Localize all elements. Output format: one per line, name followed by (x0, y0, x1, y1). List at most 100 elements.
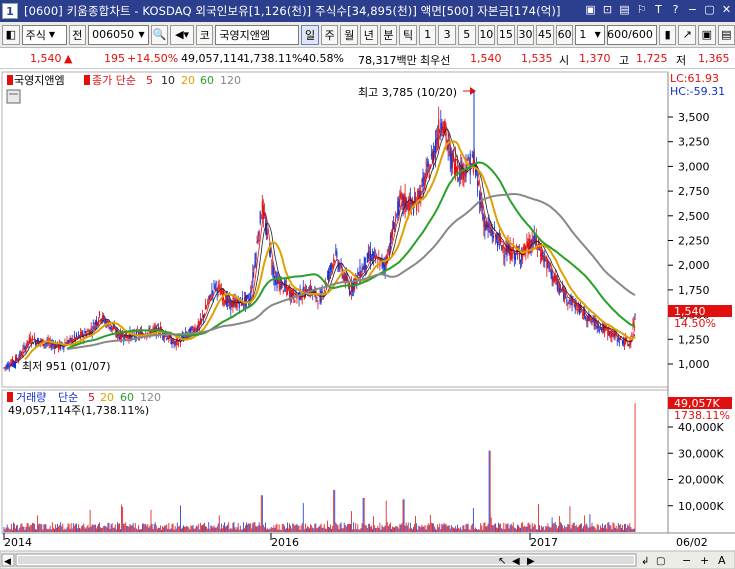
settings-icon[interactable]: ▤ (717, 24, 735, 45)
interval-5-button[interactable]: 5 (457, 24, 476, 45)
candle-body (563, 292, 565, 300)
chart-svg[interactable]: 국영지앤엠 종가 단순 5 10 20 60 120 LC:61.93 HC:-… (0, 70, 735, 569)
draw-tool-icon[interactable]: ↗ (678, 24, 696, 45)
speaker-icon: ◀▾ (175, 28, 190, 41)
stock-type-button[interactable]: 코 (195, 24, 214, 45)
new-window-icon[interactable]: ▣ (584, 3, 597, 17)
candle-body (613, 331, 615, 338)
candle-body (272, 265, 274, 275)
chart-area[interactable]: 국영지앤엠 종가 단순 5 10 20 60 120 LC:61.93 HC:-… (0, 70, 735, 569)
candle-body (478, 183, 480, 185)
scroll-thumb[interactable] (18, 556, 634, 564)
close-icon[interactable]: ✕ (720, 3, 733, 17)
interval-30-button[interactable]: 30 (516, 24, 535, 45)
period-tick-button[interactable]: 틱 (399, 24, 417, 45)
zoom-select-icon[interactable]: ▢ (656, 556, 665, 567)
candle-body (68, 339, 70, 342)
title-bar: 1 [0600] 키움종합차트 - KOSDAQ 외국인보유[1,126(천)]… (0, 0, 735, 22)
save-icon[interactable]: ▣ (697, 24, 716, 45)
interval-10-button[interactable]: 10 (477, 24, 496, 45)
font-size-icon[interactable]: A (718, 554, 726, 567)
candle-body (326, 275, 328, 278)
sidebar-toggle-icon[interactable]: ▮ (658, 24, 677, 45)
candle-body (364, 257, 366, 270)
ma-legend-swatch (84, 75, 90, 85)
sound-button[interactable]: ◀▾ (170, 24, 194, 45)
zoom-plus-icon[interactable]: + (700, 554, 709, 567)
candle-body (294, 300, 296, 303)
zoom-minus-icon[interactable]: − (682, 554, 691, 567)
restore-icon[interactable]: ▢ (703, 3, 716, 17)
candle-body (306, 295, 309, 296)
print-icon[interactable]: ▤ (618, 3, 631, 17)
candle-body (401, 193, 403, 200)
zoom-in-icon[interactable]: ↲ (641, 556, 649, 567)
y-tick-label: 2,750 (678, 185, 710, 198)
candle-body (191, 326, 193, 329)
volume-rate2: 40.58% (302, 52, 344, 65)
stock-name-field[interactable]: 국영지앤엠 (215, 24, 300, 45)
candle-body (255, 253, 257, 261)
candle-body (109, 327, 111, 329)
candle-body (552, 277, 554, 282)
scroll-next-icon[interactable]: ▶ (527, 556, 535, 567)
candle-body (400, 194, 402, 195)
low-price: 1,365 (698, 52, 730, 65)
interval-45-button[interactable]: 45 (536, 24, 554, 45)
minimize-icon[interactable]: − (686, 3, 699, 17)
candle-body (456, 167, 458, 172)
high-annotation: 최고 3,785 (10/20) (358, 86, 457, 99)
candle-body (250, 291, 252, 299)
candle-body (514, 253, 516, 261)
candle-body (583, 308, 585, 315)
interval-15-button[interactable]: 15 (497, 24, 515, 45)
market-select[interactable]: 주식 ▼ (21, 24, 67, 45)
candle-body (43, 344, 45, 346)
question-icon[interactable]: ? (669, 3, 682, 17)
code-input[interactable]: 006050 ▼ (88, 24, 149, 45)
panel-toggle-icon[interactable]: ◧ (2, 24, 20, 45)
y-tick-label: 3,500 (678, 111, 710, 124)
candle-body (567, 302, 569, 304)
candle-body (557, 286, 559, 288)
price-change: 195 (104, 52, 125, 65)
candle-body (542, 252, 544, 257)
dropdown-arrow-icon: ▼ (48, 30, 55, 39)
candle-body (360, 274, 362, 276)
help-icon[interactable]: T (652, 3, 665, 17)
interval-1-button[interactable]: 1 (418, 24, 437, 45)
scroll-first-icon[interactable]: ↖ (498, 556, 506, 567)
whole-button[interactable]: 전 (68, 24, 87, 45)
interval-60-button[interactable]: 60 (555, 24, 574, 45)
flag-icon[interactable]: ⚐ (635, 3, 648, 17)
candle-body (621, 340, 624, 344)
candle-body (608, 328, 610, 336)
interval-3-button[interactable]: 3 (438, 24, 456, 45)
candle-body (573, 302, 575, 306)
interval-select[interactable]: 1 ▼ (575, 24, 605, 45)
period-minute-button[interactable]: 분 (379, 24, 398, 45)
x-label-2014: 2014 (4, 536, 32, 549)
candle-body (238, 303, 240, 309)
candle-body (239, 297, 241, 299)
period-week-button[interactable]: 주 (320, 24, 339, 45)
best-label: 최우선 (420, 54, 451, 67)
candle-body (484, 224, 486, 231)
candle-body (230, 300, 232, 310)
calendar-icon[interactable] (6, 89, 21, 104)
scroll-prev-icon[interactable]: ◀ (512, 556, 520, 567)
y-tick-label: 2,000 (678, 259, 710, 272)
period-month-button[interactable]: 월 (340, 24, 359, 45)
search-button[interactable]: 🔍 (150, 24, 169, 45)
candle-body (523, 245, 525, 251)
count-display[interactable]: 600/600 (606, 24, 657, 45)
candle-body (501, 245, 503, 250)
window-number[interactable]: 1 (2, 3, 18, 19)
period-day-button[interactable]: 일 (301, 24, 319, 45)
link-icon[interactable]: ⊡ (601, 3, 614, 17)
current-rate-tag: 14.50% (674, 317, 716, 330)
candle-body (448, 145, 450, 147)
ma-120-label: 120 (220, 74, 241, 87)
period-year-button[interactable]: 년 (360, 24, 378, 45)
candle-body (503, 255, 505, 257)
